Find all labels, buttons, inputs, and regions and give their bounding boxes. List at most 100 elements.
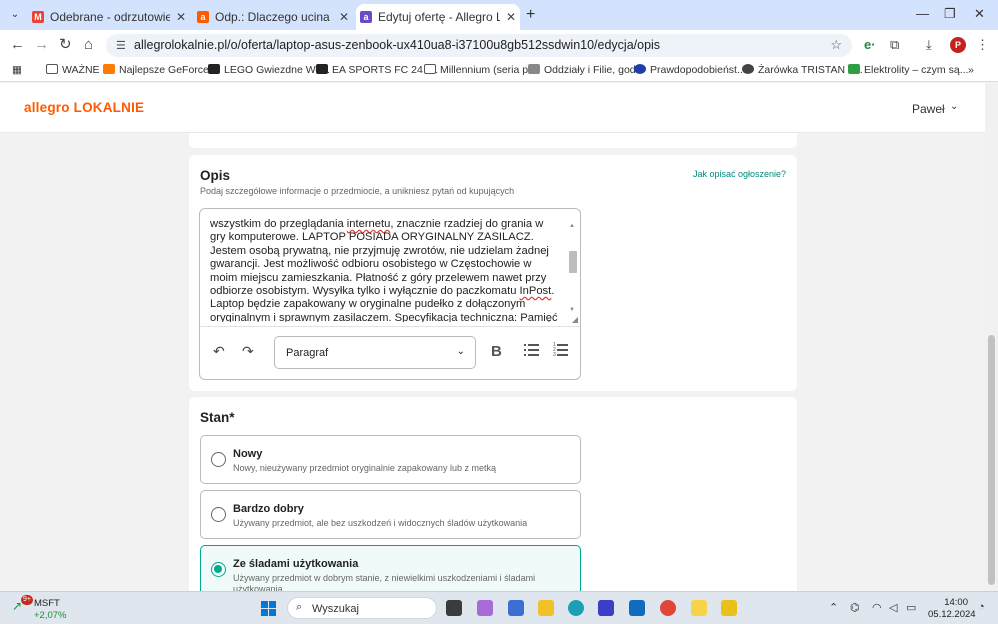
condition-section: Stan* Nowy Nowy, nieużywany przedmiot or…	[189, 397, 797, 603]
clock[interactable]: 14:00 05.12.2024	[928, 597, 976, 621]
gmail-icon: M	[32, 11, 44, 23]
site-info-icon[interactable]: ☰	[116, 39, 126, 52]
how-to-describe-link[interactable]: Jak opisać ogłoszenie?	[693, 169, 786, 179]
allegro-lokalnie-logo[interactable]: allegro LOKALNIE	[24, 100, 144, 115]
section-subtitle: Podaj szczegółowe informacje o przedmioc…	[200, 186, 515, 196]
editor-scrollbar[interactable]: ▲ ▼	[568, 223, 578, 315]
section-title: Opis	[200, 168, 231, 183]
bookmark-item[interactable]: Najlepsze GeForce...	[103, 64, 218, 76]
bookmark-favicon	[848, 64, 860, 74]
globe-icon	[742, 64, 754, 74]
windows-taskbar: ↗ 9+ MSFT +2,07% ⌕ Wyszukaj ⌃ ⌬ ◠ ◁ ▭ 14…	[0, 591, 998, 624]
folder-icon	[46, 64, 58, 74]
extension-e-icon[interactable]: e·	[864, 38, 876, 52]
chevron-down-icon: ⌄	[456, 346, 465, 357]
editor-scrollbar-thumb[interactable]	[569, 251, 577, 273]
block-type-select[interactable]: Paragraf ⌄	[274, 336, 476, 369]
resize-handle-icon[interactable]: ◢	[572, 315, 578, 324]
tab-edit-offer[interactable]: a Edytuj ofertę - Allegro Lokalnie ✕	[356, 4, 520, 30]
redo-icon[interactable]: ↷	[242, 344, 254, 358]
scrollbar-thumb[interactable]	[988, 335, 995, 585]
notifications-icon[interactable]: ◔	[978, 601, 985, 613]
condition-option-new[interactable]: Nowy Nowy, nieużywany przedmiot oryginal…	[200, 435, 581, 484]
store-icon[interactable]	[508, 600, 524, 616]
tray-overflow-icon[interactable]: ⌃	[829, 601, 838, 614]
bookmark-item[interactable]: Millennium (seria p...	[424, 64, 537, 76]
bookmark-item[interactable]: Prawdopodobieńst...	[634, 64, 746, 76]
volume-icon[interactable]: ◁	[889, 601, 897, 614]
bookmarks-bar: ▦ WAŻNE Najlepsze GeForce... LEGO Gwiezd…	[0, 60, 998, 82]
search-icon: ⌕	[296, 601, 303, 613]
bookmark-favicon	[528, 64, 540, 74]
back-icon[interactable]: ←	[10, 37, 25, 52]
profile-avatar[interactable]: P	[950, 37, 966, 53]
close-tab-icon[interactable]: ✕	[176, 4, 186, 30]
chrome-icon[interactable]	[660, 600, 676, 616]
tab-search-icon[interactable]: ⌄	[6, 6, 24, 24]
home-icon[interactable]: ⌂	[84, 37, 93, 52]
address-bar[interactable]: ☰ allegrolokalnie.pl/o/oferta/laptop-asu…	[106, 34, 852, 57]
scroll-down-icon[interactable]: ▼	[569, 307, 575, 313]
network-icon[interactable]: ⌬	[850, 601, 860, 614]
start-button[interactable]	[261, 601, 276, 616]
apps-icon[interactable]: ▦	[12, 64, 22, 76]
close-tab-icon[interactable]: ✕	[506, 4, 516, 30]
page-scrollbar[interactable]	[985, 83, 998, 591]
bookmark-item[interactable]: Żarówka TRISTAN II...	[742, 64, 863, 76]
edge-icon[interactable]	[568, 600, 584, 616]
user-menu[interactable]: Paweł	[912, 102, 945, 116]
condition-option-very-good[interactable]: Bardzo dobry Używany przedmiot, ale bez …	[200, 490, 581, 539]
download-icon[interactable]: ⤓	[926, 38, 932, 52]
bookmark-item[interactable]: EA SPORTS FC 24 -...	[316, 64, 438, 76]
browser-tab-strip: ⌄ M Odebrane - odrzutowiec365@g ✕ a Odp.…	[0, 0, 998, 30]
minimize-icon[interactable]: —	[916, 6, 929, 21]
menu-icon[interactable]: ⋮	[976, 38, 989, 52]
bullet-list-icon[interactable]	[524, 343, 539, 357]
bookmark-item[interactable]: LEGO Gwiezdne Wo...	[208, 64, 330, 76]
tab-reply[interactable]: a Odp.: Dlaczego ucina końcową ✕	[193, 4, 353, 30]
reload-icon[interactable]: ↻	[59, 37, 72, 52]
allegro-lokalnie-icon: a	[360, 11, 372, 23]
radio-button[interactable]	[211, 452, 226, 467]
extensions-icon[interactable]: ⧉	[890, 38, 899, 52]
bookmark-item[interactable]: Elektrolity – czym są...	[848, 64, 968, 76]
file-explorer-icon[interactable]	[538, 600, 554, 616]
close-tab-icon[interactable]: ✕	[339, 4, 349, 30]
close-window-icon[interactable]: ✕	[974, 6, 985, 22]
new-tab-button[interactable]: +	[526, 6, 535, 24]
radio-button-selected[interactable]	[211, 562, 226, 577]
bold-icon[interactable]: B	[491, 343, 502, 360]
description-editor[interactable]: wszystkim do przeglądania internetu, zna…	[199, 208, 581, 380]
numbered-list-icon[interactable]: 1 2 3	[553, 343, 568, 358]
forward-icon[interactable]: →	[34, 37, 49, 52]
outlook-icon[interactable]	[629, 600, 645, 616]
app-icon[interactable]	[598, 600, 614, 616]
tab-gmail[interactable]: M Odebrane - odrzutowiec365@g ✕	[28, 4, 190, 30]
editor-divider	[200, 326, 580, 327]
wifi-icon[interactable]: ◠	[872, 601, 882, 614]
allegro-icon: a	[197, 11, 209, 23]
description-textarea[interactable]: wszystkim do przeglądania internetu, zna…	[210, 218, 560, 322]
task-view-icon[interactable]	[446, 600, 462, 616]
notification-badge: 9+	[21, 595, 33, 605]
bookmark-item[interactable]: Oddziały i Filie, god...	[528, 64, 644, 76]
radio-button[interactable]	[211, 507, 226, 522]
maximize-icon[interactable]: ❐	[944, 6, 956, 22]
site-header: allegro LOKALNIE Paweł ⌄	[0, 83, 985, 133]
undo-icon[interactable]: ↶	[213, 344, 225, 358]
sticky-notes-icon[interactable]	[721, 600, 737, 616]
battery-icon[interactable]: ▭	[906, 601, 916, 614]
more-bookmarks-icon[interactable]: »	[968, 64, 974, 76]
previous-section-card	[189, 133, 797, 148]
taskbar-search[interactable]: ⌕ Wyszukaj	[287, 597, 437, 619]
scroll-up-icon[interactable]: ▲	[569, 223, 575, 229]
browser-toolbar: ← → ↻ ⌂ ☰ allegrolokalnie.pl/o/oferta/la…	[0, 30, 998, 60]
bookmark-favicon	[634, 64, 646, 74]
bookmark-item[interactable]: WAŻNE	[46, 64, 100, 76]
description-section: Opis Podaj szczegółowe informacje o prze…	[189, 155, 797, 391]
bookmark-star-icon[interactable]: ☆	[830, 37, 842, 53]
wikipedia-icon	[424, 64, 436, 74]
chevron-down-icon[interactable]: ⌄	[950, 101, 958, 112]
copilot-icon[interactable]	[477, 600, 493, 616]
notes-icon[interactable]	[691, 600, 707, 616]
